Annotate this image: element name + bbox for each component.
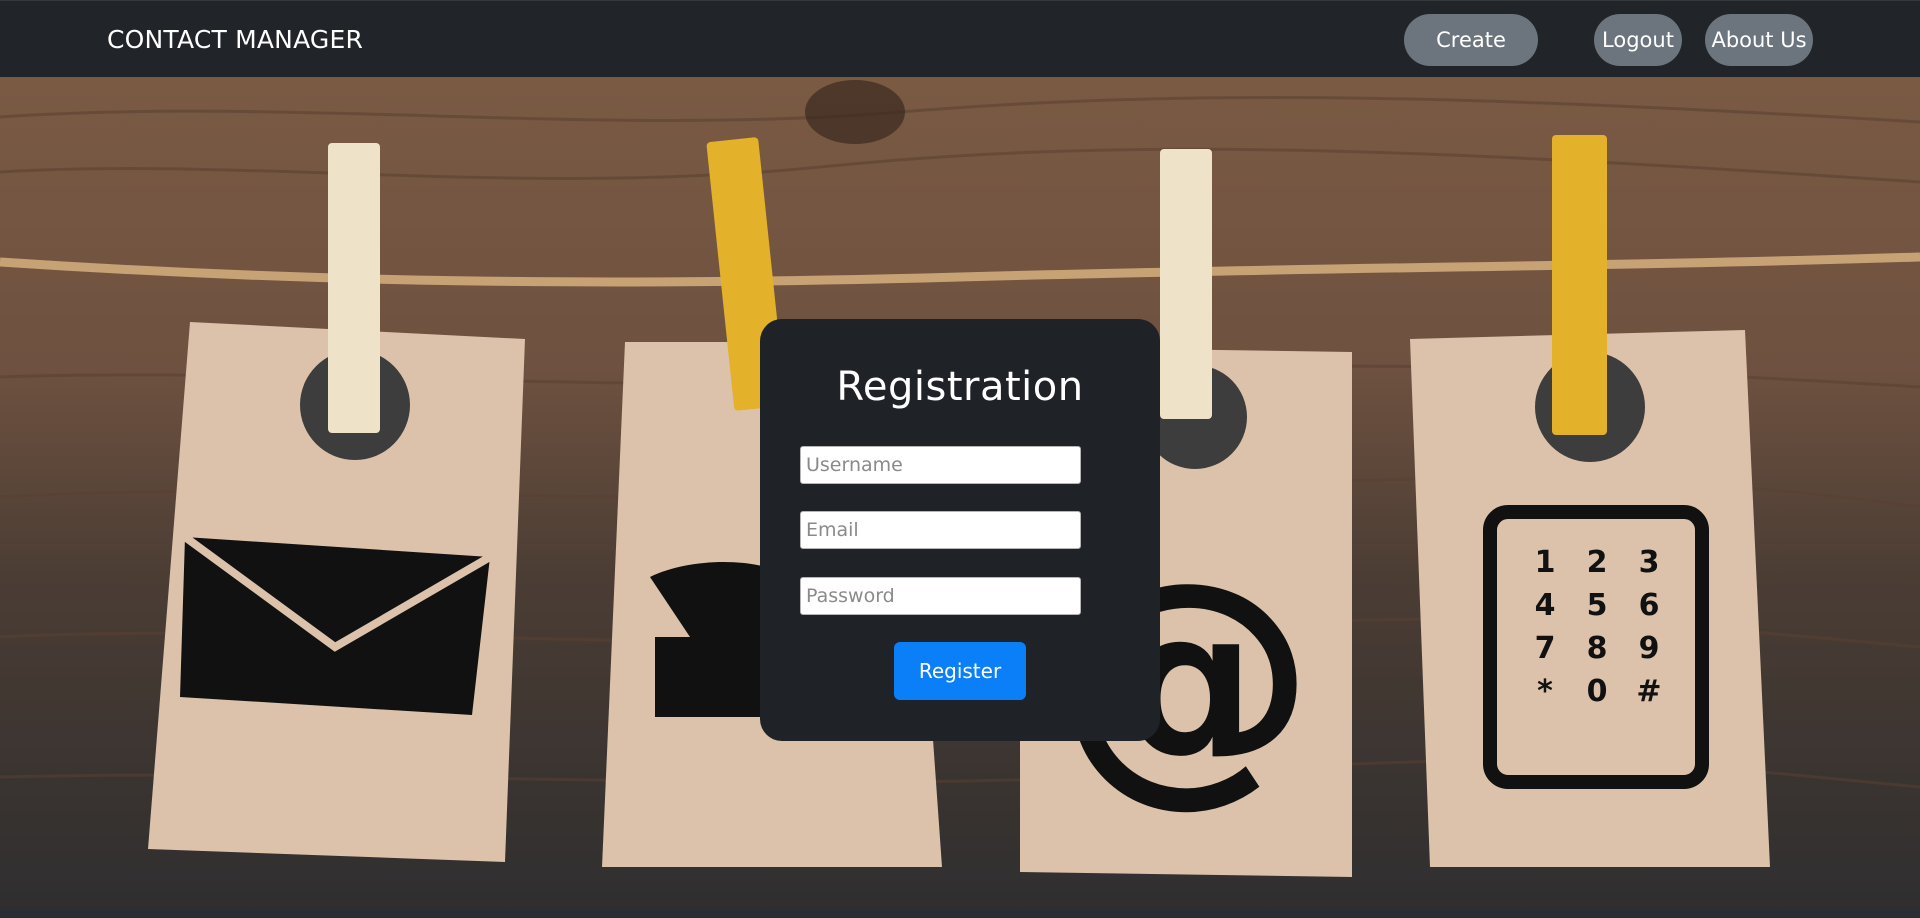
keypad-digit: 5 (1587, 588, 1608, 623)
register-button[interactable]: Register (894, 642, 1026, 700)
keypad-digit: 9 (1639, 631, 1660, 666)
navbar: CONTACT MANAGER Create Account Logout Ab… (0, 0, 1920, 104)
keypad-digit: 7 (1535, 631, 1556, 666)
keypad-digit: 1 (1535, 545, 1556, 580)
brand-title[interactable]: CONTACT MANAGER (107, 25, 363, 54)
logout-button[interactable]: Logout (1594, 14, 1682, 66)
keypad-digit: 2 (1587, 545, 1608, 580)
keypad-digit: 0 (1587, 674, 1608, 709)
password-input[interactable] (800, 577, 1081, 615)
keypad-digit: 3 (1639, 545, 1660, 580)
create-account-button[interactable]: Create Account (1404, 14, 1538, 104)
keypad-digit: 8 (1587, 631, 1608, 666)
keypad-digit: 4 (1535, 588, 1556, 623)
about-us-button[interactable]: About Us (1705, 14, 1813, 66)
keypad-digit: * (1537, 674, 1553, 709)
registration-card: Registration Register (760, 319, 1160, 741)
keypad-digit: # (1636, 674, 1661, 709)
keypad-digit: 6 (1639, 588, 1660, 623)
username-input[interactable] (800, 446, 1081, 484)
registration-title: Registration (836, 364, 1084, 410)
email-input[interactable] (800, 511, 1081, 549)
bottom-strip (0, 910, 1920, 918)
wood-knot (805, 80, 905, 144)
